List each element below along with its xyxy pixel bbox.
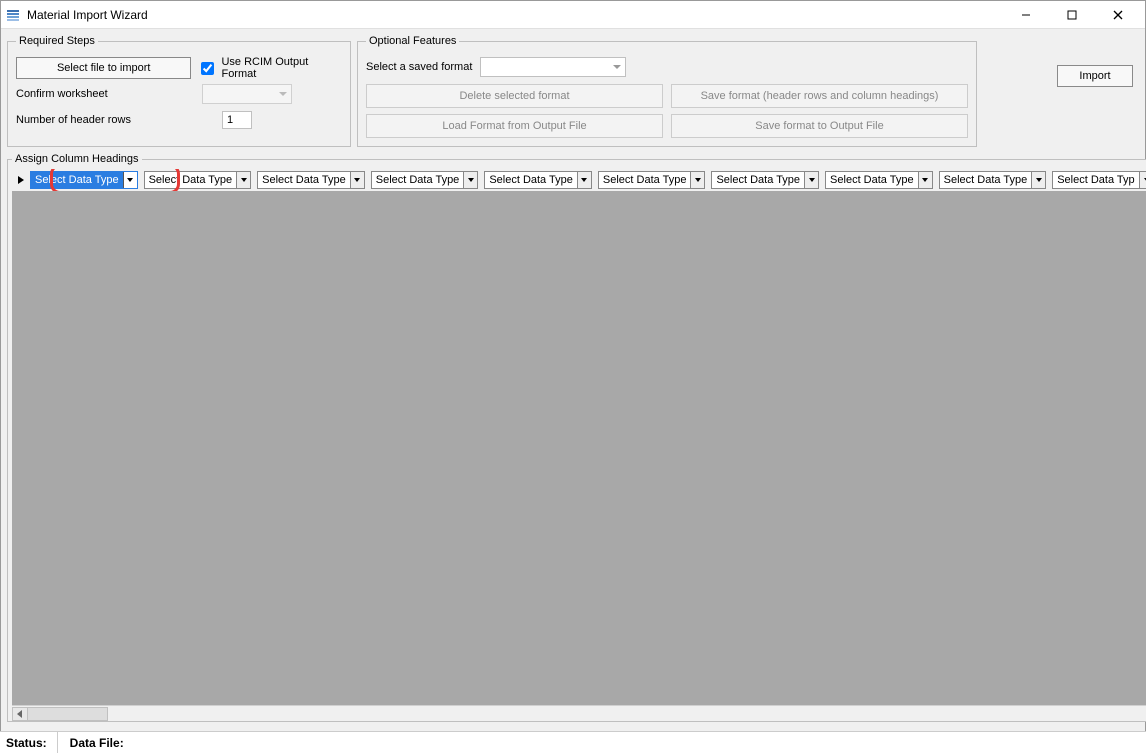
column-headings-row: Select Data Type Select Data Type Select D…	[12, 169, 1146, 191]
column-type-dropdown-3[interactable]: Select Data Type	[371, 171, 479, 189]
column-type-dropdown-8[interactable]: Select Data Type	[939, 171, 1047, 189]
header-rows-label: Number of header rows	[16, 114, 216, 126]
assign-headings-group: Assign Column Headings Select Data TypeS…	[7, 153, 1146, 722]
chevron-down-icon[interactable]	[236, 172, 250, 188]
saved-format-dropdown[interactable]	[480, 57, 626, 77]
column-type-label: Select Data Type	[940, 174, 1032, 186]
row-selector-icon[interactable]	[12, 175, 30, 185]
horizontal-scrollbar[interactable]	[12, 705, 1146, 721]
title-bar: Material Import Wizard	[1, 1, 1145, 29]
status-label: Status:	[6, 732, 58, 753]
column-type-dropdown-0[interactable]: Select Data Type	[30, 171, 138, 189]
column-type-label: Select Data Type	[485, 174, 577, 186]
column-type-label: Select Data Type	[31, 174, 123, 186]
chevron-down-icon[interactable]	[350, 172, 364, 188]
column-type-label: Select Data Type	[712, 174, 804, 186]
import-button[interactable]: Import	[1057, 65, 1133, 87]
app-icon	[5, 7, 21, 23]
save-format-headings-button[interactable]: Save format (header rows and column head…	[671, 84, 968, 108]
column-type-label: Select Data Type	[599, 174, 691, 186]
use-rcim-checkbox[interactable]	[201, 62, 214, 75]
close-button[interactable]	[1095, 1, 1141, 29]
column-type-label: Select Data Type	[826, 174, 918, 186]
window-title: Material Import Wizard	[27, 8, 148, 22]
assign-headings-legend: Assign Column Headings	[12, 153, 142, 165]
delete-format-button[interactable]: Delete selected format	[366, 84, 663, 108]
confirm-worksheet-dropdown[interactable]	[202, 84, 292, 104]
confirm-worksheet-label: Confirm worksheet	[16, 88, 196, 100]
data-grid-body[interactable]	[12, 191, 1146, 705]
chevron-down-icon[interactable]	[577, 172, 591, 188]
column-type-dropdown-5[interactable]: Select Data Type	[598, 171, 706, 189]
scroll-left-button[interactable]	[12, 707, 28, 721]
chevron-down-icon[interactable]	[463, 172, 477, 188]
saved-format-label: Select a saved format	[366, 61, 472, 73]
status-bar: Status: Data File:	[0, 731, 1146, 753]
column-type-label: Select Data Type	[258, 174, 350, 186]
optional-features-legend: Optional Features	[366, 35, 459, 47]
chevron-down-icon[interactable]	[1139, 172, 1146, 188]
select-file-button[interactable]: Select file to import	[16, 57, 191, 79]
required-steps-legend: Required Steps	[16, 35, 98, 47]
column-type-dropdown-6[interactable]: Select Data Type	[711, 171, 819, 189]
column-type-dropdown-9[interactable]: Select Data Typ	[1052, 171, 1146, 189]
load-format-button[interactable]: Load Format from Output File	[366, 114, 663, 138]
column-type-dropdown-7[interactable]: Select Data Type	[825, 171, 933, 189]
column-type-label: Select Data Type	[145, 174, 237, 186]
chevron-down-icon[interactable]	[690, 172, 704, 188]
column-type-label: Select Data Typ	[1053, 174, 1139, 186]
scroll-thumb[interactable]	[28, 707, 108, 721]
use-rcim-checkbox-label[interactable]: Use RCIM Output Format	[197, 56, 342, 80]
column-type-dropdown-2[interactable]: Select Data Type	[257, 171, 365, 189]
chevron-down-icon[interactable]	[918, 172, 932, 188]
column-type-dropdown-1[interactable]: Select Data Type	[144, 171, 252, 189]
save-format-output-button[interactable]: Save format to Output File	[671, 114, 968, 138]
datafile-label: Data File:	[70, 732, 134, 753]
optional-features-group: Optional Features Select a saved format …	[357, 35, 977, 147]
minimize-button[interactable]	[1003, 1, 1049, 29]
column-type-dropdown-4[interactable]: Select Data Type	[484, 171, 592, 189]
maximize-button[interactable]	[1049, 1, 1095, 29]
chevron-down-icon[interactable]	[804, 172, 818, 188]
chevron-down-icon[interactable]	[1031, 172, 1045, 188]
column-type-label: Select Data Type	[372, 174, 464, 186]
chevron-down-icon[interactable]	[123, 172, 137, 188]
header-rows-input[interactable]	[222, 111, 252, 129]
required-steps-group: Required Steps Select file to import Use…	[7, 35, 351, 147]
